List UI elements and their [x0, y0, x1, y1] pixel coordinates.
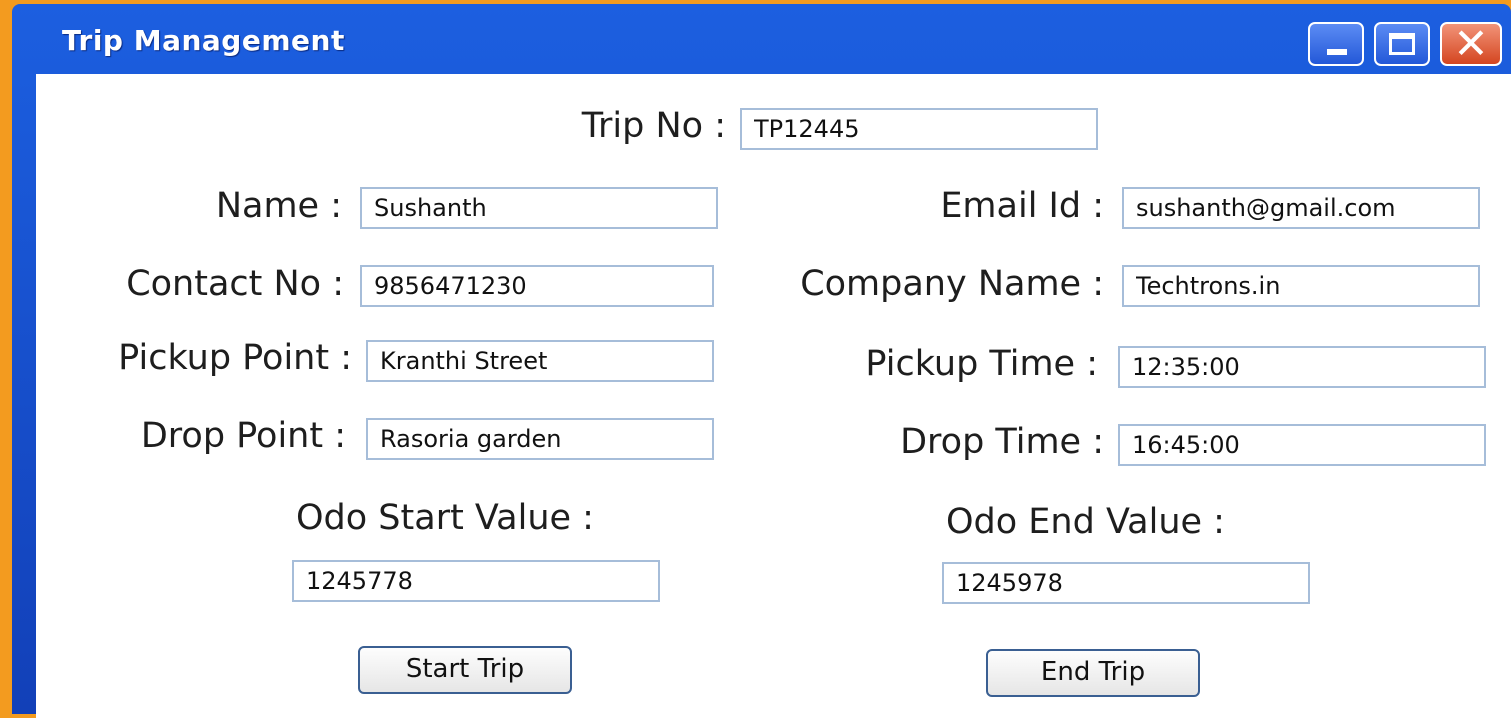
email-label: Email Id :	[940, 186, 1104, 226]
maximize-icon	[1389, 33, 1415, 55]
minimize-icon	[1327, 49, 1347, 55]
trip-no-label: Trip No :	[581, 106, 726, 146]
pickup-point-input[interactable]	[366, 340, 714, 382]
drop-time-label: Drop Time :	[900, 422, 1104, 462]
odo-end-label: Odo End Value :	[946, 502, 1225, 542]
close-button[interactable]: ✕	[1440, 19, 1502, 68]
drop-point-input[interactable]	[366, 418, 714, 460]
close-icon: ✕	[1453, 19, 1489, 68]
app-window: Trip Management ✕ Trip No : Name : Email…	[12, 4, 1511, 718]
trip-no-input[interactable]	[740, 108, 1098, 150]
name-label: Name :	[215, 186, 342, 226]
contact-no-label: Contact No :	[126, 264, 344, 304]
minimize-button[interactable]	[1308, 22, 1364, 66]
drop-time-input[interactable]	[1118, 424, 1486, 466]
company-name-input[interactable]	[1122, 265, 1480, 307]
pickup-time-input[interactable]	[1118, 346, 1486, 388]
drop-point-label: Drop Point :	[140, 416, 346, 456]
odo-start-label: Odo Start Value :	[296, 498, 594, 538]
end-trip-button[interactable]: End Trip	[986, 649, 1200, 697]
email-input[interactable]	[1122, 187, 1480, 229]
odo-end-input[interactable]	[942, 562, 1310, 604]
pickup-time-label: Pickup Time :	[865, 344, 1098, 384]
window-title: Trip Management	[62, 24, 345, 57]
company-name-label: Company Name :	[800, 264, 1104, 304]
form-panel: Trip No : Name : Email Id : Contact No :…	[36, 74, 1511, 718]
name-input[interactable]	[360, 187, 718, 229]
odo-start-input[interactable]	[292, 560, 660, 602]
maximize-button[interactable]	[1374, 22, 1430, 66]
start-trip-button[interactable]: Start Trip	[358, 646, 572, 694]
pickup-point-label: Pickup Point :	[118, 338, 352, 378]
contact-no-input[interactable]	[360, 265, 714, 307]
